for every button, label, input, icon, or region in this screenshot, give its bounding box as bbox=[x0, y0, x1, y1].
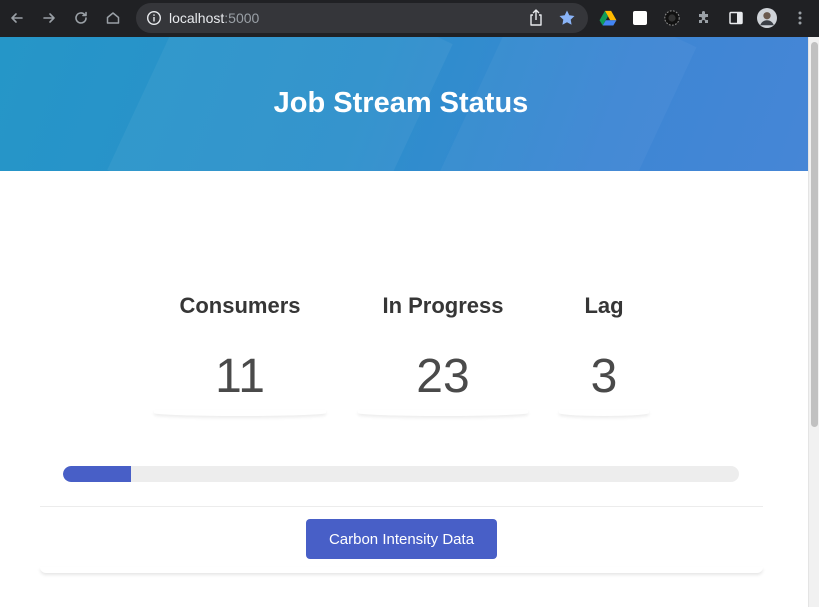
puzzle-icon[interactable] bbox=[694, 8, 714, 28]
extension-square-icon[interactable] bbox=[630, 8, 650, 28]
stat-label-in-progress: In Progress bbox=[382, 293, 504, 318]
browser-toolbar: localhost:5000 bbox=[0, 0, 819, 37]
side-panel-icon[interactable] bbox=[726, 8, 746, 28]
scrollbar[interactable] bbox=[808, 37, 819, 607]
progress-bar bbox=[63, 466, 739, 482]
stat-value-lag: 3 bbox=[590, 350, 618, 403]
page-viewport: Job Stream Status Consumers 11 In Progre… bbox=[0, 37, 808, 607]
divider bbox=[40, 506, 763, 507]
share-icon[interactable] bbox=[528, 9, 544, 27]
extension-circle-icon[interactable] bbox=[662, 8, 682, 28]
url-text[interactable]: localhost:5000 bbox=[169, 10, 259, 26]
url-port: :5000 bbox=[224, 10, 260, 26]
menu-icon[interactable] bbox=[790, 8, 810, 28]
stat-card-edge bbox=[358, 410, 528, 416]
carbon-intensity-data-button[interactable]: Carbon Intensity Data bbox=[306, 519, 497, 559]
address-bar[interactable]: localhost:5000 bbox=[136, 3, 588, 33]
back-icon[interactable] bbox=[6, 7, 28, 29]
info-icon[interactable] bbox=[146, 10, 162, 26]
star-icon[interactable] bbox=[558, 9, 576, 27]
stat-consumers: Consumers 11 bbox=[154, 293, 326, 404]
stat-in-progress: In Progress 23 bbox=[358, 293, 528, 404]
stat-value-in-progress: 23 bbox=[416, 350, 470, 403]
scrollbar-thumb[interactable] bbox=[811, 42, 818, 427]
home-icon[interactable] bbox=[102, 7, 124, 29]
stat-card-edge bbox=[559, 410, 649, 416]
page-title: Job Stream Status bbox=[273, 87, 529, 119]
stat-lag: Lag 3 bbox=[559, 293, 649, 404]
stat-label-lag: Lag bbox=[584, 293, 624, 318]
avatar[interactable] bbox=[757, 8, 777, 28]
footer-card-edge bbox=[40, 567, 763, 573]
url-host: localhost bbox=[169, 10, 225, 26]
stat-card-edge bbox=[154, 410, 326, 416]
stat-value-consumers: 11 bbox=[215, 350, 265, 403]
drive-icon[interactable] bbox=[598, 8, 618, 28]
progress-fill bbox=[63, 466, 131, 482]
reload-icon[interactable] bbox=[70, 7, 92, 29]
forward-icon[interactable] bbox=[38, 7, 60, 29]
stat-label-consumers: Consumers bbox=[179, 293, 301, 318]
